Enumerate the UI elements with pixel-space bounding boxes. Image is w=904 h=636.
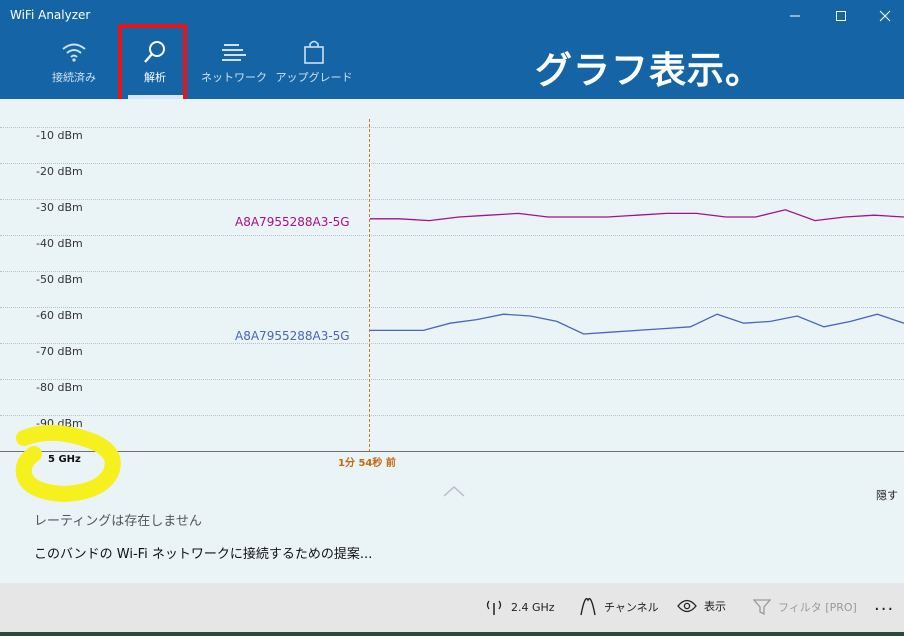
signal-line-series-0 [370,209,904,222]
suggestion-link[interactable]: このバンドの Wi-Fi ネットワークに接続するための提案... [34,543,372,562]
band-toggle-label: 2.4 GHz [511,600,555,614]
more-options-button[interactable]: ... [874,594,894,615]
antenna-icon [484,598,504,616]
filter-icon [753,598,771,616]
hide-button[interactable]: 隠す [876,487,898,503]
channel-button[interactable]: チャンネル [579,598,659,616]
signal-chart-lines [370,209,904,335]
signal-line-series-1 [370,313,904,335]
view-button[interactable]: 表示 [677,598,726,614]
filter-button[interactable]: フィルタ [PRO] [753,598,857,616]
time-marker-label: 1分 54秒 前 [338,458,396,469]
channel-label: チャンネル [604,601,659,614]
eye-icon [677,599,697,613]
band-toggle-button[interactable]: 2.4 GHz [484,598,555,616]
filter-label: フィルタ [PRO] [778,601,857,614]
chevron-up-icon[interactable] [443,485,465,497]
series-label: A8A7955288A3-5G [235,215,350,229]
band-label: 5 GHz [48,454,81,465]
rating-text: レーティングは存在しません [34,514,202,529]
bottom-edge [0,632,904,636]
view-label: 表示 [704,600,726,613]
series-label: A8A7955288A3-5G [235,329,350,343]
channel-curve-icon [579,598,597,616]
